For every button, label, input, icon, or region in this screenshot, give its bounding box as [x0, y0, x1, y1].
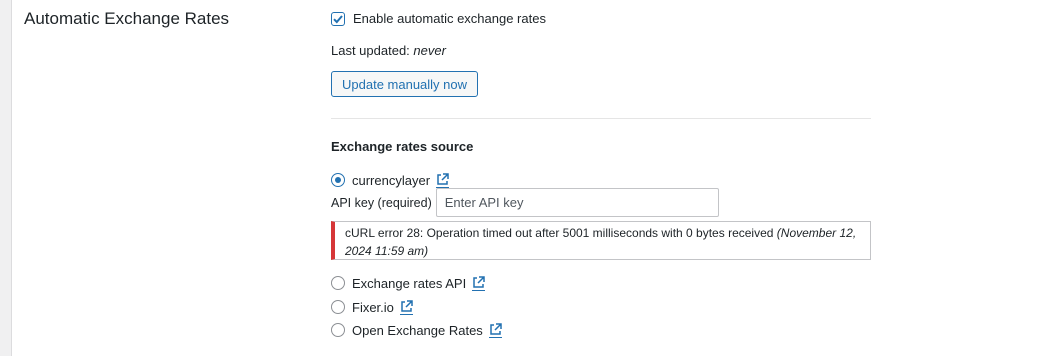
last-updated-text: Last updated: never — [331, 43, 446, 58]
error-message: cURL error 28: Operation timed out after… — [345, 226, 774, 240]
enable-auto-rates-label: Enable automatic exchange rates — [353, 11, 546, 26]
checkmark-icon — [333, 14, 343, 23]
section-title: Automatic Exchange Rates — [24, 9, 230, 28]
api-key-row: API key (required) — [331, 188, 719, 217]
divider — [331, 118, 871, 119]
enable-auto-rates-row[interactable]: Enable automatic exchange rates — [331, 11, 546, 26]
source-option-label: currencylayer — [352, 172, 431, 188]
external-link-icon[interactable] — [399, 299, 413, 315]
radio-open-exchange-rates[interactable] — [331, 323, 345, 337]
enable-auto-rates-checkbox[interactable] — [331, 11, 345, 26]
source-option-label: Fixer.io — [352, 299, 394, 315]
settings-panel: Automatic Exchange Rates Enable automati… — [11, 0, 1040, 356]
radio-selected-dot — [335, 177, 341, 183]
source-option-fixer[interactable]: Fixer.io — [331, 299, 413, 315]
source-option-label: Exchange rates API — [352, 275, 467, 291]
source-option-label: Open Exchange Rates — [352, 322, 483, 338]
update-manually-button[interactable]: Update manually now — [331, 71, 479, 97]
source-option-open-exchange-rates[interactable]: Open Exchange Rates — [331, 322, 502, 338]
external-link-icon[interactable] — [436, 172, 450, 188]
api-key-input[interactable] — [435, 188, 719, 217]
last-updated-value: never — [413, 43, 446, 58]
source-option-currencylayer[interactable]: currencylayer — [331, 172, 450, 188]
error-notice: cURL error 28: Operation timed out after… — [331, 221, 871, 260]
last-updated-label: Last updated: — [331, 43, 410, 58]
api-key-label: API key (required) — [331, 195, 432, 210]
external-link-icon[interactable] — [488, 322, 502, 338]
external-link-icon[interactable] — [472, 275, 486, 291]
radio-currencylayer[interactable] — [331, 173, 345, 187]
source-option-exchange-rates-api[interactable]: Exchange rates API — [331, 275, 486, 291]
source-heading: Exchange rates source — [331, 139, 474, 154]
radio-fixer[interactable] — [331, 300, 345, 314]
radio-exchange-rates-api[interactable] — [331, 276, 345, 290]
